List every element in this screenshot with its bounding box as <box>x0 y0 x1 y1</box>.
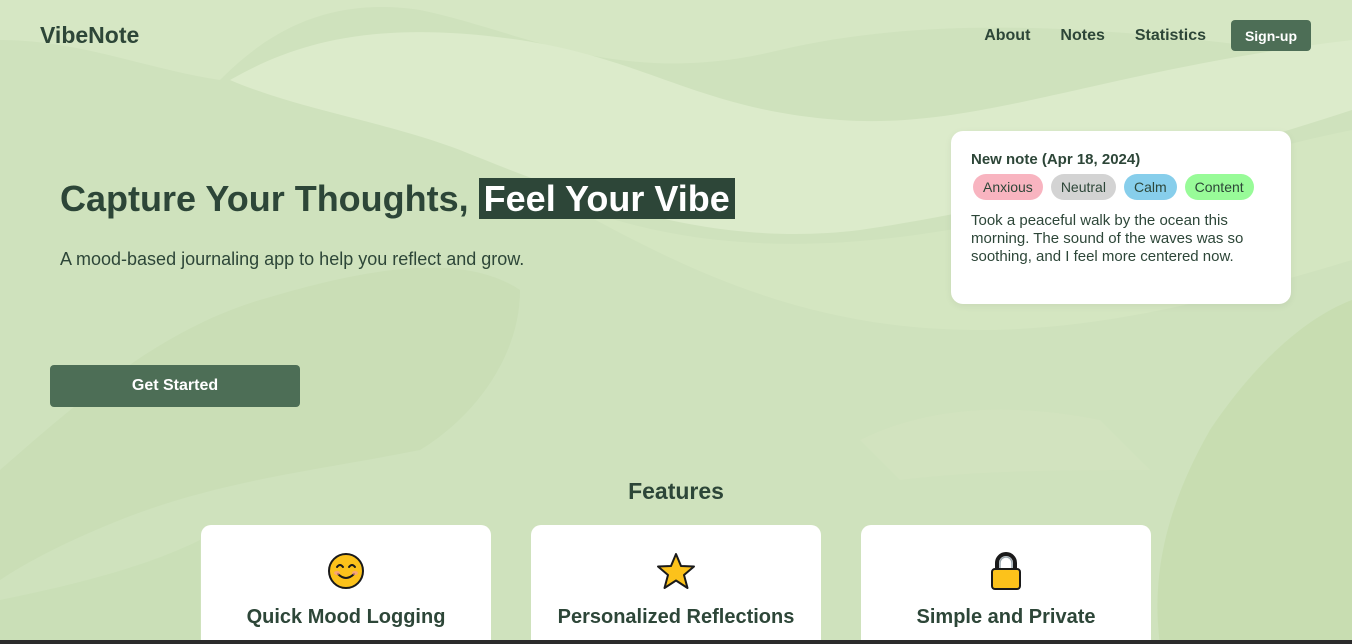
hero-title: Capture Your Thoughts, Feel Your Vibe <box>60 178 735 220</box>
app-logo[interactable]: VibeNote <box>40 22 139 49</box>
feature-card-private: Simple and Private <box>861 525 1151 644</box>
feature-card-mood-logging: Quick Mood Logging <box>201 525 491 644</box>
signup-button[interactable]: Sign-up <box>1231 20 1311 51</box>
mood-tag-content[interactable]: Content <box>1184 174 1254 200</box>
hero-title-text: Capture Your Thoughts, <box>60 178 479 219</box>
nav-notes-link[interactable]: Notes <box>1060 27 1104 45</box>
hero-title-highlight: Feel Your Vibe <box>478 178 735 219</box>
features-heading: Features <box>628 478 724 504</box>
lock-icon <box>991 552 1021 590</box>
feature-title: Quick Mood Logging <box>246 606 446 628</box>
mood-tags: Anxious Neutral Calm Content <box>973 174 1271 200</box>
note-body: Took a peaceful walk by the ocean this m… <box>971 212 1244 265</box>
main-nav: About Notes Statistics Sign-up <box>984 20 1311 51</box>
hero-subtitle: A mood-based journaling app to help you … <box>60 249 525 269</box>
note-preview-card[interactable]: New note (Apr 18, 2024) Anxious Neutral … <box>951 131 1291 304</box>
feature-card-reflections: Personalized Reflections <box>531 525 821 644</box>
smiley-icon <box>328 553 364 589</box>
nav-statistics-link[interactable]: Statistics <box>1135 27 1206 45</box>
note-title: New note (Apr 18, 2024) <box>971 151 1141 168</box>
feature-title: Personalized Reflections <box>557 606 795 628</box>
mood-tag-anxious[interactable]: Anxious <box>973 174 1043 200</box>
screen-bottom-edge <box>0 640 1352 644</box>
get-started-button[interactable]: Get Started <box>50 365 300 407</box>
feature-title: Simple and Private <box>916 606 1096 628</box>
mood-tag-neutral[interactable]: Neutral <box>1050 174 1116 200</box>
star-icon <box>657 553 695 589</box>
mood-tag-calm[interactable]: Calm <box>1123 174 1177 200</box>
nav-about-link[interactable]: About <box>984 27 1030 45</box>
